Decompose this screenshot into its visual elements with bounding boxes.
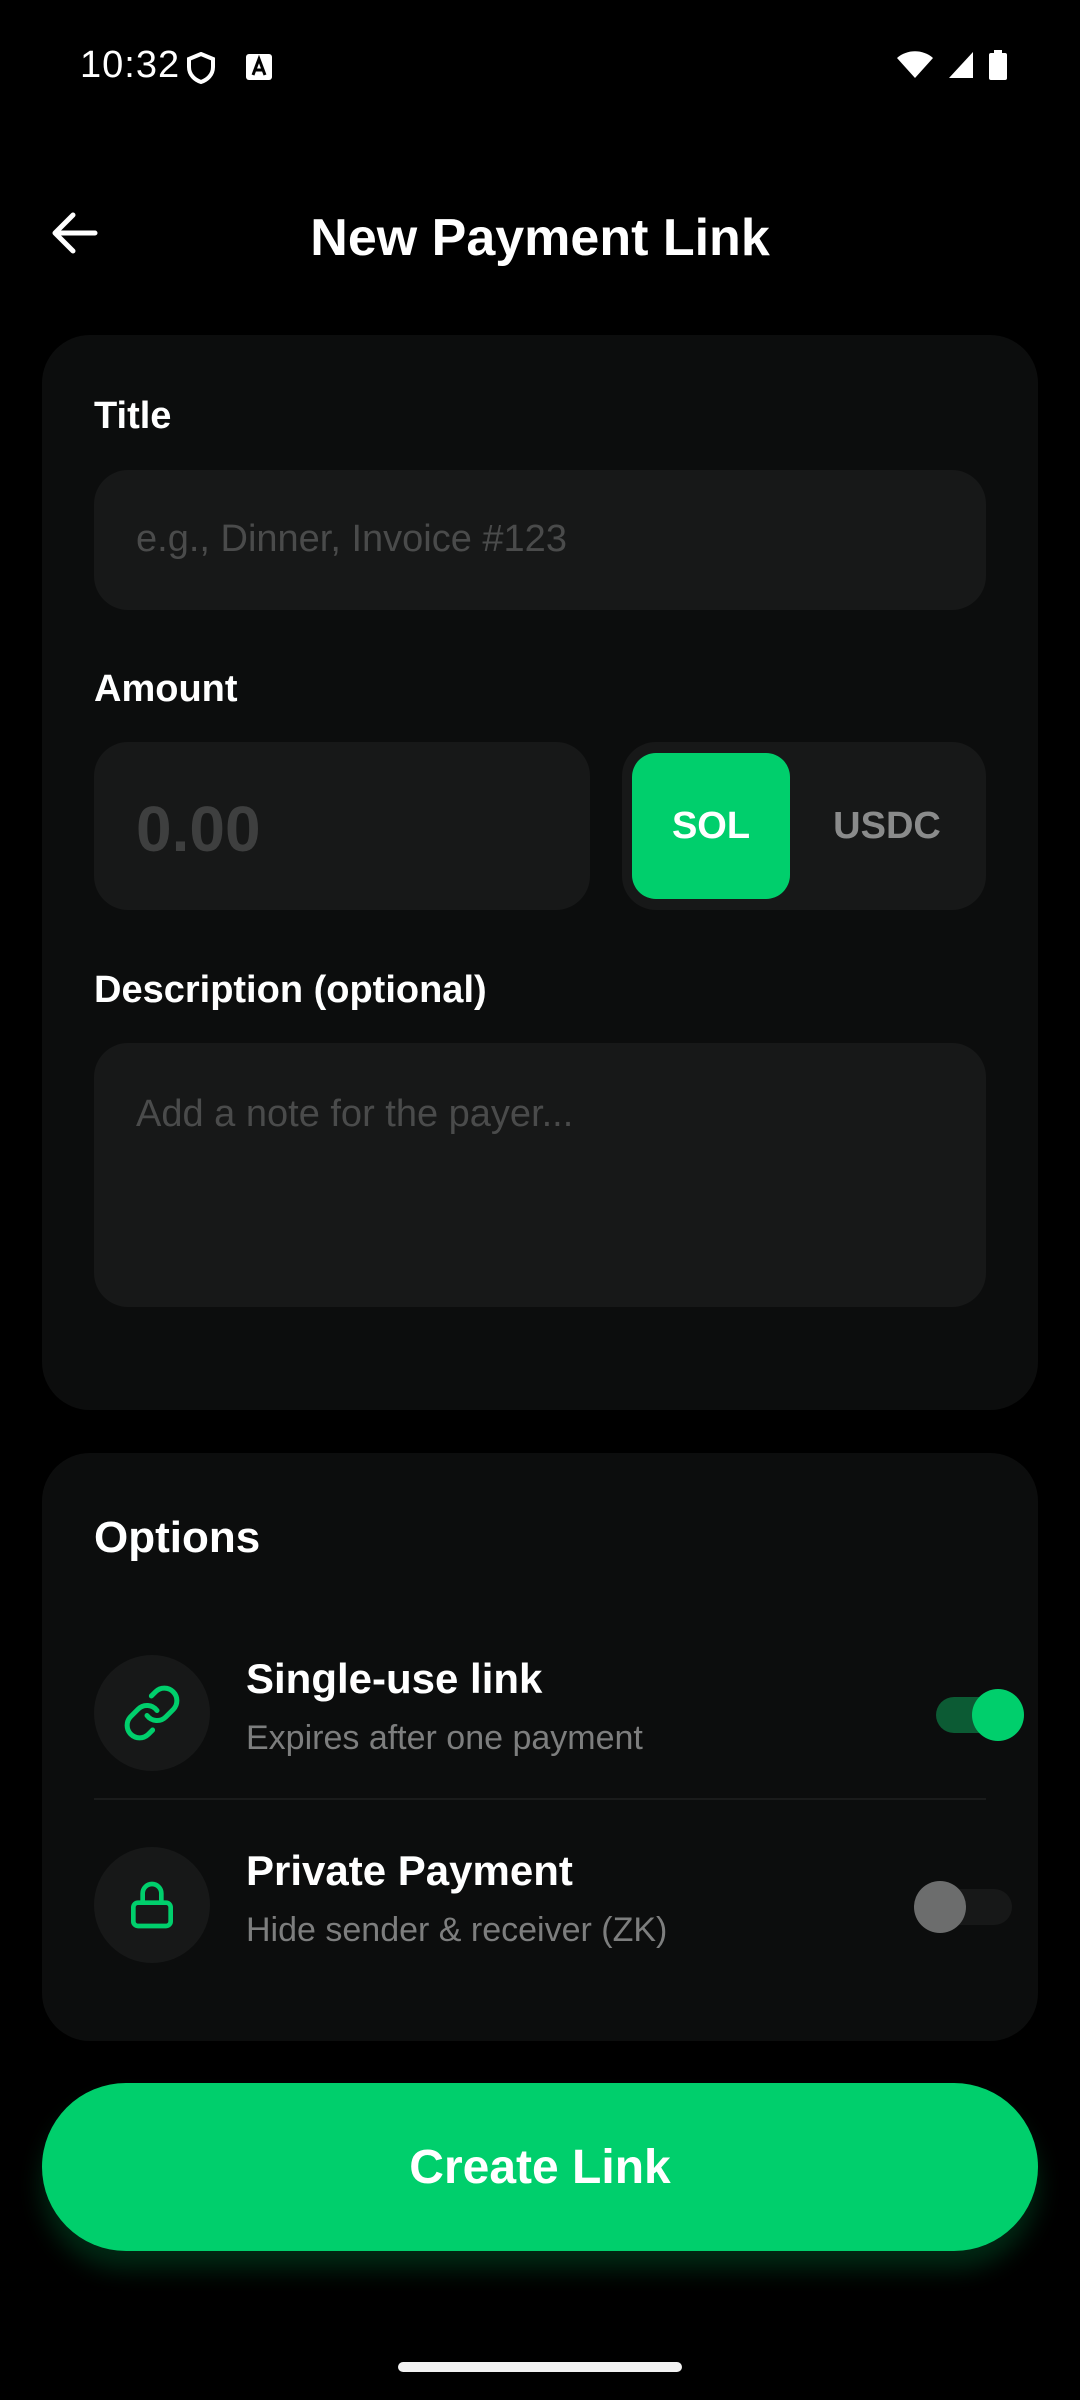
amount-input[interactable]: 0.00: [94, 742, 590, 910]
description-placeholder: Add a note for the payer...: [136, 1093, 574, 1135]
option-title: Private Payment: [246, 1847, 573, 1894]
title-placeholder: e.g., Dinner, Invoice #123: [136, 518, 567, 560]
page-title: New Payment Link: [310, 209, 770, 267]
single-use-toggle[interactable]: [936, 1689, 1026, 1741]
home-indicator[interactable]: [398, 2362, 682, 2372]
private-payment-toggle[interactable]: [914, 1881, 1012, 1933]
create-link-button[interactable]: Create Link: [42, 2083, 1038, 2251]
options-title: Options: [94, 1513, 261, 1562]
currency-switch: SOL USDC: [622, 742, 986, 910]
wifi-icon: [896, 50, 934, 85]
description-textarea[interactable]: Add a note for the payer...: [94, 1043, 986, 1307]
status-system-icons: [896, 50, 1008, 85]
header: New Payment Link: [0, 190, 1080, 280]
options-divider: [94, 1798, 986, 1800]
currency-option-usdc[interactable]: USDC: [802, 753, 972, 899]
description-label: Description (optional): [94, 969, 487, 1011]
toggle-knob: [914, 1881, 966, 1933]
toggle-knob: [972, 1689, 1024, 1741]
currency-option-sol[interactable]: SOL: [632, 753, 790, 899]
title-input[interactable]: e.g., Dinner, Invoice #123: [94, 470, 986, 610]
status-notification-icons: [186, 51, 274, 89]
title-label: Title: [94, 395, 172, 437]
shield-icon: [186, 51, 216, 89]
option-subtitle: Hide sender & receiver (ZK): [246, 1911, 668, 1949]
option-title: Single-use link: [246, 1655, 543, 1702]
payment-form-card: Title e.g., Dinner, Invoice #123 Amount …: [42, 335, 1038, 1410]
signal-icon: [948, 51, 974, 84]
amount-placeholder: 0.00: [136, 793, 261, 865]
status-time: 10:32: [80, 44, 181, 86]
link-icon: [94, 1655, 210, 1771]
option-private-payment: Private Payment Hide sender & receiver (…: [94, 1835, 1012, 1975]
amount-label: Amount: [94, 668, 238, 710]
app-notification-icon: [244, 52, 274, 89]
option-subtitle: Expires after one payment: [246, 1719, 643, 1757]
battery-icon: [988, 50, 1008, 85]
options-card: Options Single-use link Expires after on…: [42, 1453, 1038, 2041]
lock-icon: [94, 1847, 210, 1963]
screen: 10:32 New Payment Link Title e.g., Dinne…: [0, 0, 1080, 2400]
status-bar: 10:32: [0, 0, 1080, 90]
option-single-use: Single-use link Expires after one paymen…: [94, 1643, 1024, 1783]
